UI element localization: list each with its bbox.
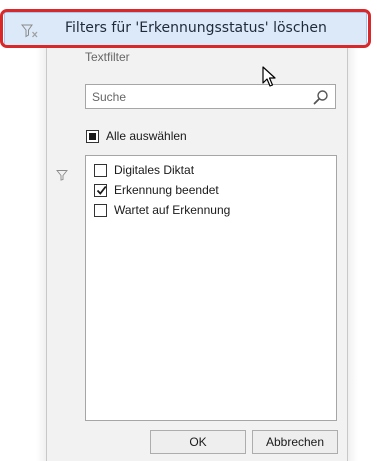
list-item-label: Erkennung beendet [114, 183, 219, 197]
search-icon[interactable] [313, 89, 329, 105]
filter-icon [56, 166, 68, 181]
select-all-checkbox[interactable] [86, 129, 99, 143]
list-item[interactable]: Wartet auf Erkennung [94, 202, 230, 218]
panel-shadow-right [348, 38, 358, 461]
filter-dropdown-screen: Filters für 'Erkennungsstatus' löschen T… [0, 0, 377, 461]
list-item[interactable]: Digitales Diktat [94, 162, 194, 178]
mouse-cursor-icon [262, 66, 278, 88]
list-item-label: Digitales Diktat [114, 163, 195, 177]
search-box [85, 84, 336, 109]
list-item-checkbox[interactable] [94, 183, 107, 197]
clear-filter-menu-item[interactable]: Filters für 'Erkennungsstatus' löschen [4, 12, 367, 46]
select-all-label: Alle auswählen [106, 129, 187, 143]
clear-filter-icon [20, 23, 41, 39]
list-item-checkbox[interactable] [94, 203, 107, 217]
select-all-option[interactable]: Alle auswählen [86, 128, 187, 144]
search-input[interactable] [86, 85, 306, 108]
cancel-button[interactable]: Abbrechen [252, 430, 338, 454]
value-list: Digitales Diktat Erkennung beendet Warte… [85, 155, 337, 421]
list-item[interactable]: Erkennung beendet [94, 182, 219, 198]
panel-shadow-left [36, 38, 46, 461]
ok-button[interactable]: OK [150, 430, 246, 454]
list-item-label: Wartet auf Erkennung [114, 203, 231, 217]
checkmark-icon [96, 185, 107, 195]
list-item-checkbox[interactable] [94, 163, 107, 177]
textfilter-label: Textfilter [85, 50, 130, 64]
clear-filter-label: Filters für 'Erkennungsstatus' löschen [65, 20, 327, 36]
